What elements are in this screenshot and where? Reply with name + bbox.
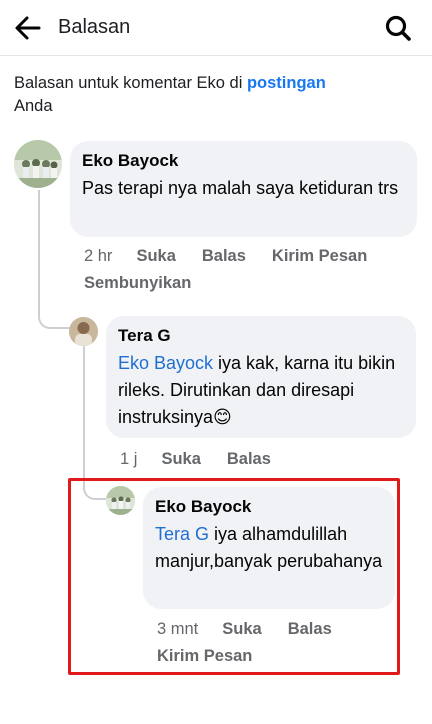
avatar-photo-icon	[69, 317, 98, 346]
comment-author[interactable]: Eko Bayock	[82, 150, 405, 172]
avatar[interactable]	[14, 140, 62, 188]
avatar-photo-icon	[14, 140, 62, 188]
highlight-box	[68, 478, 400, 675]
reply-context-suffix: Anda	[14, 97, 53, 115]
search-button[interactable]	[380, 10, 416, 46]
post-link[interactable]: postingan	[247, 74, 326, 92]
page-title: Balasan	[58, 16, 131, 38]
mention-link[interactable]: Eko Bayock	[118, 353, 213, 373]
back-button[interactable]	[10, 10, 46, 46]
comment-time: 2 hr	[84, 247, 113, 265]
reply-context: Balasan untuk komentar Eko di postingan …	[14, 72, 414, 118]
comment-author[interactable]: Tera G	[118, 325, 404, 347]
avatar[interactable]	[69, 317, 98, 346]
top-bar: Balasan	[0, 0, 432, 56]
reply-button[interactable]: Balas	[227, 450, 271, 468]
search-icon	[385, 15, 411, 41]
thread-line	[83, 346, 107, 500]
reply-button[interactable]: Balas	[202, 247, 246, 265]
bottom-area	[0, 708, 432, 724]
send-message-button[interactable]: Kirim Pesan	[272, 247, 367, 265]
comment-actions: 2 hr Suka Balas Kirim Pesan Sembunyikan	[84, 243, 414, 297]
comment-actions: 1 j Suka Balas	[120, 446, 410, 473]
comment-bubble: Tera G Eko Bayock iya kak, karna itu bik…	[106, 316, 416, 438]
hide-button[interactable]: Sembunyikan	[84, 274, 191, 292]
arrow-left-icon	[15, 16, 41, 40]
comment-time: 1 j	[120, 450, 138, 468]
like-button[interactable]: Suka	[136, 247, 175, 265]
comment-text: Eko Bayock iya kak, karna itu bikin rile…	[118, 350, 404, 431]
reply-context-prefix: Balasan untuk komentar Eko di	[14, 74, 247, 92]
like-button[interactable]: Suka	[161, 450, 200, 468]
comment-bubble: Eko Bayock Pas terapi nya malah saya ket…	[70, 141, 417, 237]
thread-line	[38, 190, 70, 329]
comment-text: Pas terapi nya malah saya ketiduran trs	[82, 178, 399, 198]
